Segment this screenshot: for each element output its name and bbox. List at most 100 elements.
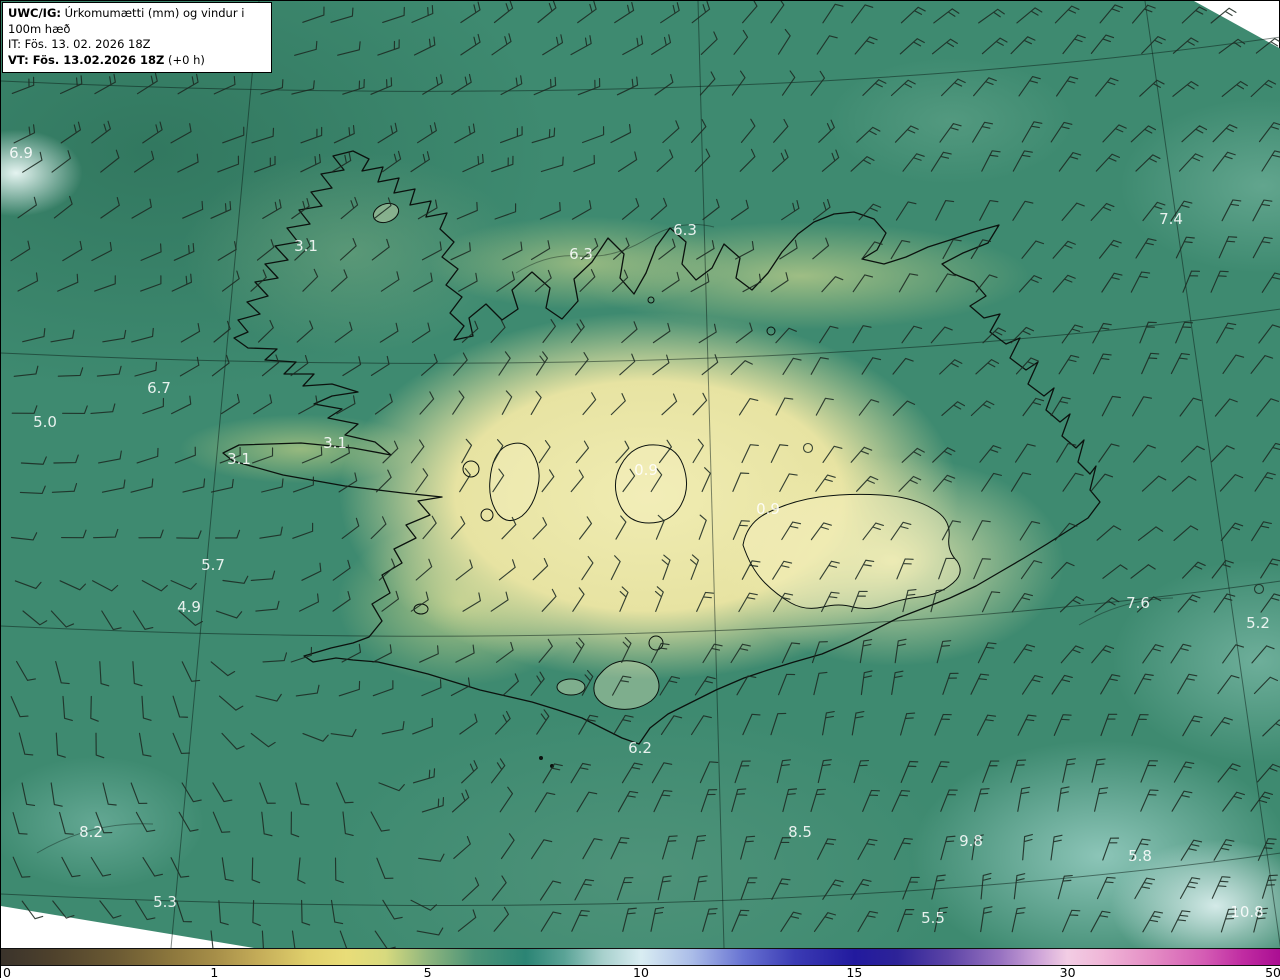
wind-barb [171, 574, 196, 591]
wind-barb [260, 479, 285, 492]
wind-barb [823, 710, 835, 736]
wind-barb [411, 559, 433, 580]
wind-barb [251, 728, 275, 749]
wind-barb [823, 878, 843, 904]
wind-barb [490, 1, 515, 22]
wind-barb [62, 530, 86, 538]
wind-barb [490, 711, 512, 734]
islet [539, 756, 543, 760]
wind-barb [375, 927, 395, 948]
contour-label: 6.9 [9, 144, 33, 162]
wind-barb [486, 759, 507, 783]
wind-barb [1063, 757, 1076, 784]
wind-barb [1135, 672, 1153, 698]
wind-barb [133, 362, 158, 376]
wind-barb [571, 441, 591, 462]
wind-barb [732, 908, 749, 935]
wind-barb [138, 276, 163, 291]
wind-barb [652, 761, 671, 787]
wind-barb [21, 329, 47, 342]
wind-barb [57, 76, 84, 94]
contour-label: 8.2 [79, 823, 103, 841]
wind-barb [1022, 120, 1042, 146]
wind-barb [1059, 353, 1079, 378]
wind-barb [498, 127, 525, 143]
wind-barb [975, 787, 989, 814]
wind-barb [971, 238, 990, 263]
wind-barb [695, 72, 717, 95]
wind-barb [1222, 80, 1247, 102]
wind-barb [56, 733, 65, 758]
wind-barb [741, 834, 755, 861]
wind-barb [863, 788, 880, 814]
init-time: IT: Fös. 13. 02. 2026 18Z [8, 37, 151, 51]
wind-barb [853, 273, 872, 296]
wind-barb [1213, 123, 1237, 147]
wind-barb [1051, 834, 1062, 861]
wind-barb [337, 681, 362, 695]
wind-barb [606, 394, 627, 415]
wind-barb [703, 907, 717, 934]
wind-barb [613, 587, 629, 611]
wind-barb [822, 275, 843, 297]
wind-barb [615, 354, 637, 375]
title-box: UWC/IG: Úrkomumætti (mm) og vindur i 100… [2, 2, 272, 73]
wind-barb [262, 931, 271, 948]
wind-barb [1023, 396, 1044, 420]
wind-barb [498, 76, 525, 95]
wind-barb [1061, 644, 1083, 668]
wind-barb [1215, 397, 1237, 421]
wind-barb [368, 239, 392, 259]
wind-barb [1261, 592, 1280, 617]
wind-barb [980, 198, 998, 224]
wind-barb [211, 930, 221, 948]
wind-barb [335, 473, 359, 492]
wind-barb [303, 727, 328, 743]
contour-label: 5.7 [201, 556, 225, 574]
wind-barb [143, 854, 162, 879]
wind-barb [1140, 78, 1164, 101]
wind-barb [823, 2, 843, 27]
wind-barb [732, 242, 756, 259]
wind-barb [537, 320, 557, 343]
wind-barb [936, 272, 955, 296]
wind-barb [419, 242, 444, 260]
contour-label: 6.2 [628, 739, 652, 757]
wind-barb [607, 270, 629, 291]
wind-barb [863, 78, 886, 101]
wind-barb [1022, 239, 1043, 263]
wind-barb [978, 713, 996, 739]
calm-wind-circle [1255, 585, 1264, 594]
wind-barb [129, 479, 154, 492]
wind-barb [853, 323, 871, 346]
wind-barb [410, 469, 430, 492]
wind-barb [851, 445, 871, 467]
wind-barb [448, 790, 471, 812]
wind-barb [651, 906, 663, 933]
wind-barb [218, 271, 241, 291]
wind-barb [173, 694, 187, 720]
wind-barb [899, 271, 917, 295]
wind-barb [56, 660, 69, 686]
wind-barb [50, 196, 74, 217]
wind-barb [537, 203, 562, 220]
wind-barb [457, 761, 480, 783]
wind-barb [525, 391, 543, 414]
wind-barb [1132, 712, 1148, 738]
wind-barb [460, 154, 486, 171]
wind-barb [55, 274, 81, 291]
wind-barb [1178, 672, 1197, 697]
wind-barb [216, 604, 241, 619]
wind-barb [60, 811, 74, 837]
wind-barb [530, 352, 549, 375]
wind-barb [658, 272, 681, 291]
wind-barb [333, 396, 357, 414]
wind-barb [701, 787, 716, 814]
wind-barb [487, 592, 510, 611]
wind-barb [336, 197, 359, 218]
wind-barb [1223, 353, 1244, 378]
wind-barb [1102, 271, 1122, 296]
wind-barb [1091, 909, 1110, 935]
wind-barb [1051, 120, 1072, 146]
wind-barb [1142, 35, 1165, 59]
